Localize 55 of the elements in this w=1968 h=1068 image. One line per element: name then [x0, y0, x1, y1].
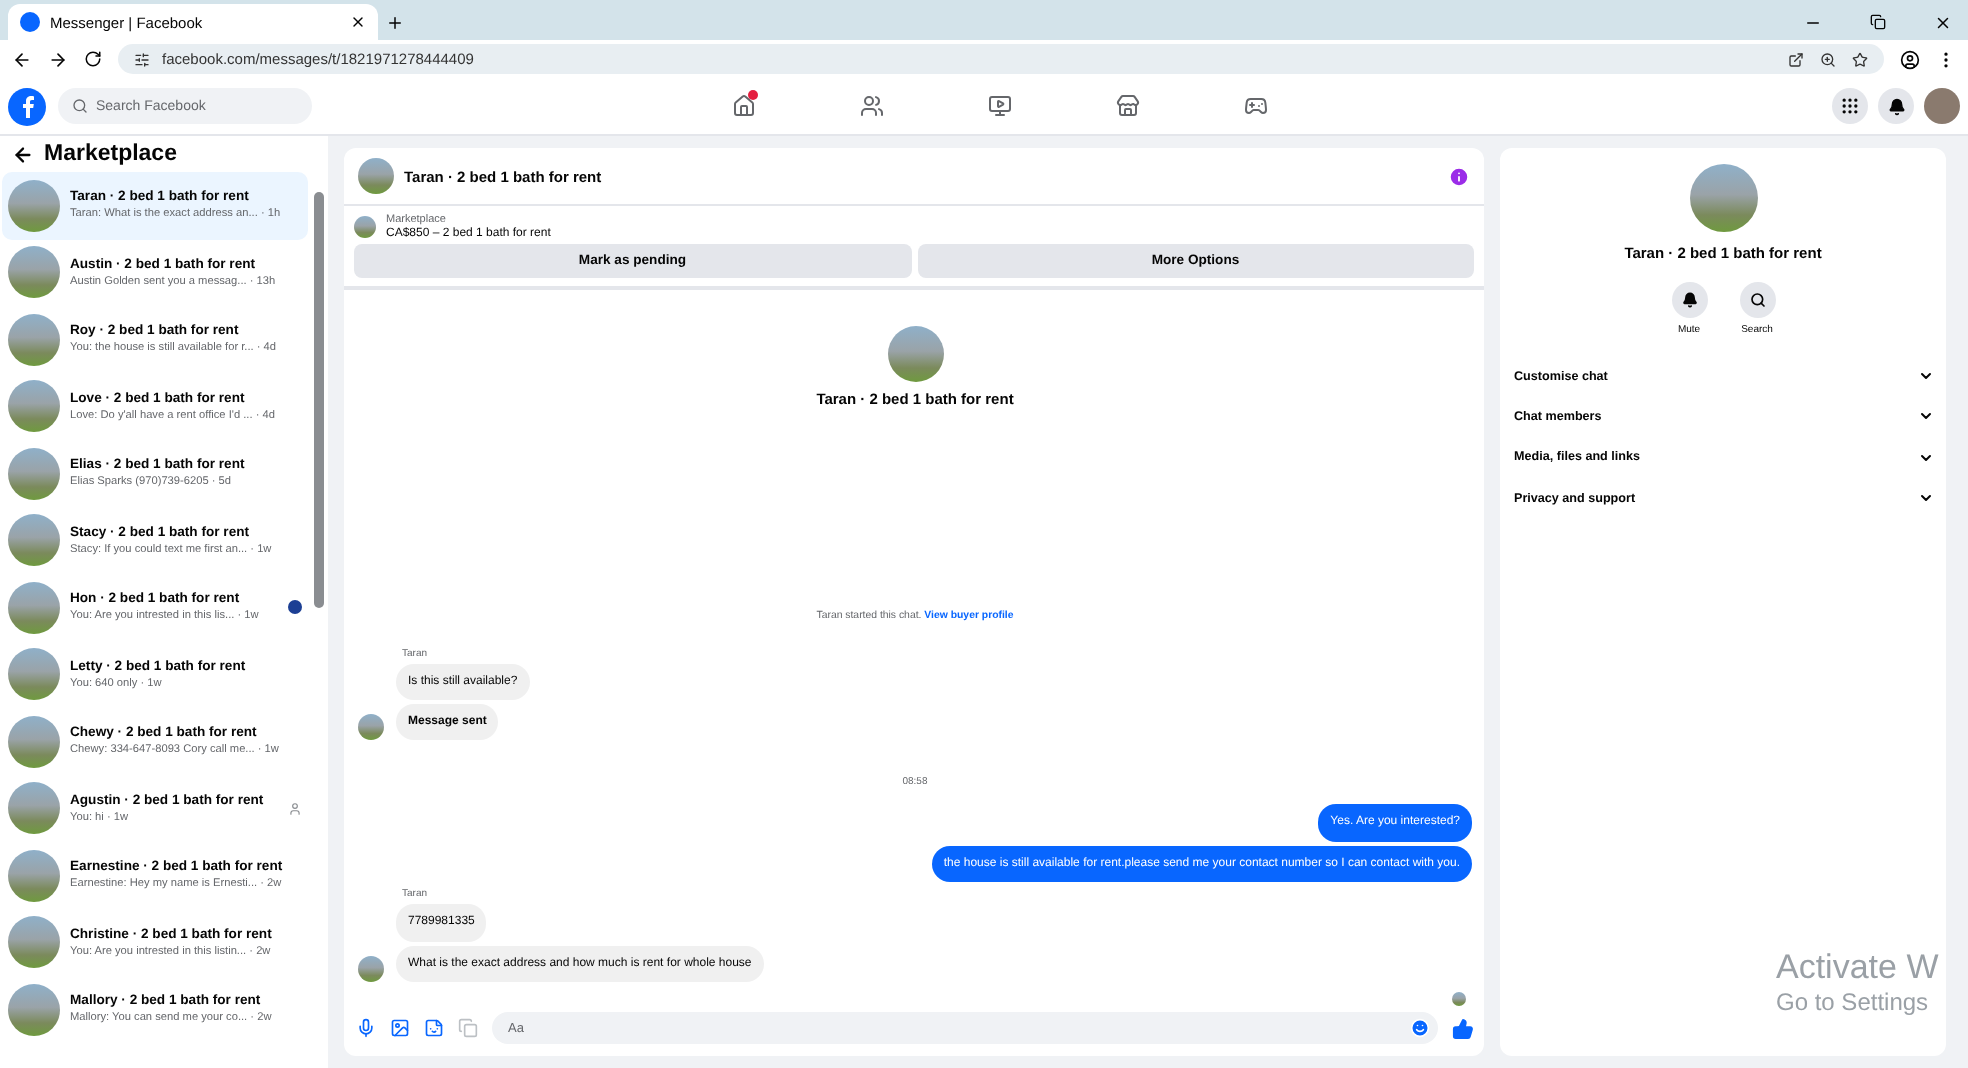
- grid-icon: [1840, 96, 1860, 116]
- microphone-icon[interactable]: [356, 1018, 376, 1038]
- mute-button[interactable]: [1671, 282, 1707, 318]
- back-icon[interactable]: [12, 49, 32, 69]
- activation-subtitle: Go to Settings: [1776, 988, 1931, 1016]
- notifications-button[interactable]: [1878, 88, 1914, 124]
- restore-icon[interactable]: [1870, 14, 1886, 30]
- sidebar-title: Marketplace: [44, 142, 177, 166]
- info-icon[interactable]: [1448, 165, 1470, 187]
- listing-photo: [8, 581, 60, 634]
- reload-icon[interactable]: [84, 50, 102, 68]
- activation-title: Activate W: [1776, 948, 1941, 988]
- listing-photo: [8, 916, 60, 969]
- video-icon[interactable]: [988, 94, 1012, 118]
- image-icon[interactable]: [390, 1018, 410, 1038]
- bookmark-icon[interactable]: [1852, 51, 1868, 67]
- listing-photo: [1689, 164, 1757, 232]
- listing-photo: [8, 246, 60, 299]
- friends-icon[interactable]: [860, 94, 884, 118]
- listing-photo: [8, 849, 60, 902]
- listing-photo: [8, 782, 60, 835]
- scrollbar[interactable]: [314, 192, 324, 608]
- listing-photo: [358, 158, 394, 194]
- close-icon[interactable]: [350, 14, 366, 30]
- listing-photo: [8, 648, 60, 701]
- install-icon[interactable]: [1788, 51, 1804, 67]
- listing-photo: [8, 514, 60, 567]
- home-icon[interactable]: [732, 94, 756, 118]
- back-icon[interactable]: [12, 143, 34, 165]
- bell-icon: [1887, 97, 1905, 115]
- listing-photo: [8, 447, 60, 500]
- gaming-icon[interactable]: [1244, 94, 1268, 118]
- new-tab-icon[interactable]: [386, 14, 404, 32]
- listing-photo: [354, 216, 376, 238]
- listing-photo: [8, 179, 60, 232]
- zoom-icon[interactable]: [1820, 51, 1836, 67]
- search-icon: [1749, 292, 1765, 308]
- profile-icon[interactable]: [1900, 49, 1920, 69]
- avatar[interactable]: [1924, 88, 1960, 124]
- close-icon[interactable]: [1934, 14, 1952, 32]
- site-settings-icon[interactable]: [134, 51, 150, 67]
- seen-avatar: [1452, 992, 1466, 1006]
- like-icon[interactable]: [1452, 1017, 1474, 1039]
- menu-button[interactable]: [1832, 88, 1868, 124]
- search-icon: [72, 98, 88, 114]
- search-button[interactable]: [1739, 282, 1775, 318]
- listing-photo: [8, 380, 60, 433]
- marketplace-icon[interactable]: [1116, 94, 1140, 118]
- sticker-icon[interactable]: [424, 1018, 444, 1038]
- listing-photo: [8, 715, 60, 768]
- bell-icon: [1681, 292, 1697, 308]
- forward-icon[interactable]: [48, 49, 68, 69]
- listing-photo: [8, 983, 60, 1036]
- listing-photo: [887, 326, 943, 382]
- listing-photo: [8, 313, 60, 366]
